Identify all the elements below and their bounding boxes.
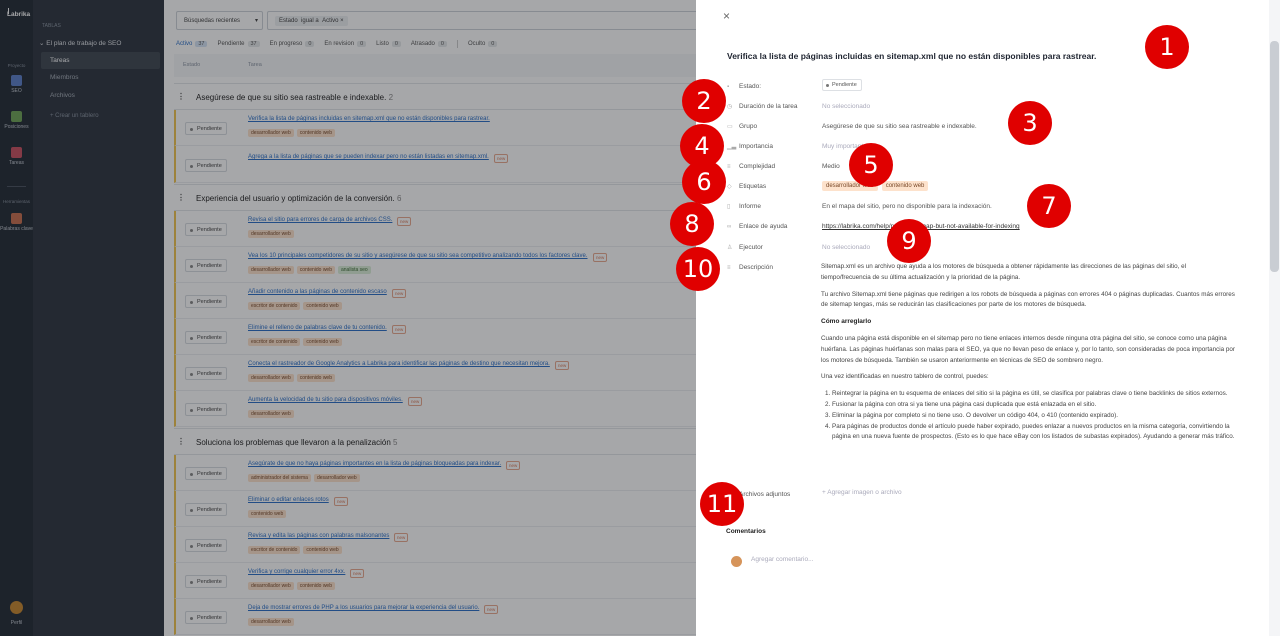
text-icon: ≡ — [727, 265, 731, 271]
document-icon: ▯ — [727, 204, 731, 210]
field-label-status: ▪ Estado: — [727, 83, 762, 90]
annotation-marker: 1 — [1145, 25, 1189, 69]
annotation-marker: 6 — [682, 160, 726, 204]
report-value: En el mapa del sitio, pero no disponible… — [822, 203, 992, 210]
bar-chart-icon: ▁▃ — [727, 144, 737, 150]
field-label-importance: ▁▃ Importancia — [727, 143, 773, 150]
complexity-value[interactable]: Medio — [822, 163, 840, 170]
comment-input[interactable]: Agregar comentario... — [751, 556, 814, 563]
field-label-complexity: ≡ Complejidad — [727, 163, 776, 170]
list-icon: ≡ — [727, 164, 731, 170]
folder-icon: ▭ — [727, 124, 733, 130]
add-attachment-link[interactable]: + Agregar imagen o archivo — [822, 489, 902, 496]
comments-heading: Comentarios — [726, 528, 766, 535]
annotation-marker: 7 — [1027, 184, 1071, 228]
field-label-tags: ◇ Etiquetas — [727, 183, 767, 190]
annotation-marker: 5 — [849, 143, 893, 187]
status-value[interactable]: Pendiente — [822, 79, 862, 91]
field-label-help: ∞ Enlace de ayuda — [727, 223, 788, 230]
clock-icon: ◷ — [727, 104, 733, 110]
close-icon[interactable]: × — [723, 9, 730, 23]
executor-value[interactable]: No seleccionado — [822, 244, 870, 251]
modal-overlay[interactable] — [0, 0, 696, 636]
field-label-group: ▭ Grupo — [727, 123, 758, 130]
field-label-duration: ◷ Duración de la tarea — [727, 103, 798, 110]
annotation-marker: 8 — [670, 202, 714, 246]
scrollbar-thumb[interactable] — [1270, 41, 1279, 272]
field-label-description: ≡ Descripción — [727, 264, 773, 271]
annotation-marker: 3 — [1008, 101, 1052, 145]
description-text: Sitemap.xml es un archivo que ayuda a lo… — [821, 262, 1235, 443]
task-title: Verifica la lista de páginas incluidas e… — [727, 51, 1097, 61]
avatar — [731, 556, 742, 567]
annotation-marker: 9 — [887, 219, 931, 263]
tag-icon: ◇ — [727, 184, 732, 190]
user-icon: ♙ — [727, 245, 733, 251]
tag-chip: contenido web — [881, 181, 929, 191]
group-value[interactable]: Asegúrese de que su sitio sea rastreable… — [822, 123, 977, 130]
annotation-marker: 11 — [700, 482, 744, 526]
field-label-report: ▯ Informe — [727, 203, 762, 210]
link-icon: ∞ — [727, 224, 732, 230]
status-icon: ▪ — [727, 84, 730, 90]
annotation-marker: 2 — [682, 79, 726, 123]
task-detail-panel: × Verifica la lista de páginas incluidas… — [696, 0, 1284, 636]
annotation-marker: 10 — [676, 247, 720, 291]
field-label-executor: ♙ Ejecutor — [727, 244, 763, 251]
duration-value[interactable]: No seleccionado — [822, 103, 870, 110]
